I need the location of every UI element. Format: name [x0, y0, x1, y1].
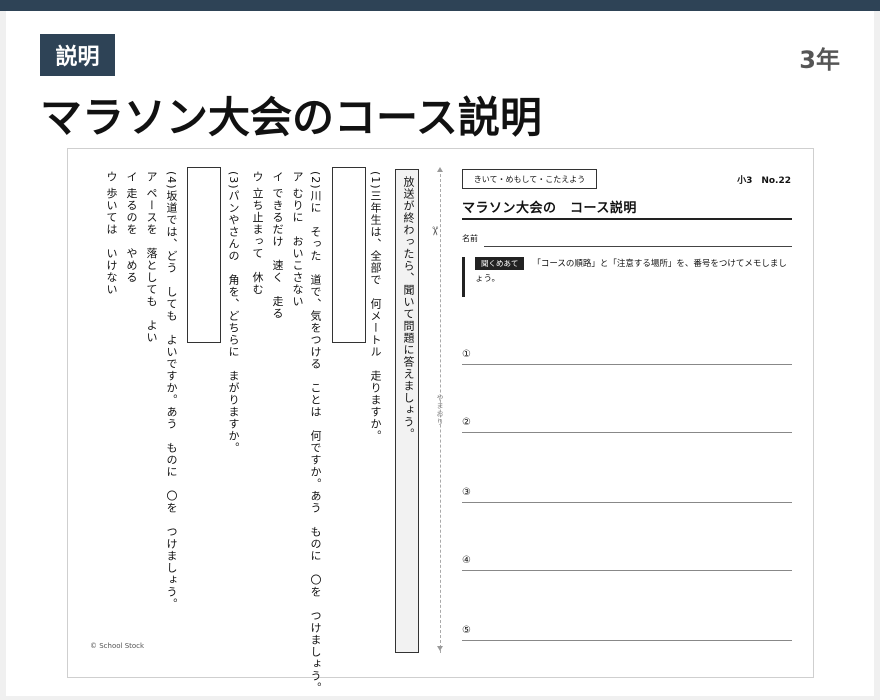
- worksheet: 放送が終わったら、聞いて問題に答えましょう。 (1)三年生は、全部で 何メートル…: [67, 148, 814, 694]
- goal-chip: 聞くめあて: [475, 257, 525, 270]
- instruction-box: 放送が終わったら、聞いて問題に答えましょう。: [395, 169, 419, 653]
- q4-option-b: イ 走るのを やめる: [125, 171, 138, 284]
- memo-line-1[interactable]: ①: [462, 349, 792, 365]
- fold-label: やまおり: [436, 394, 444, 426]
- copyright: © School Stock: [90, 642, 145, 650]
- sheet-number: 小3 No.22: [737, 176, 791, 186]
- q4-option-a: ア ペースを 落としても よい: [145, 171, 158, 344]
- activity-tag: きいて・めもして・こたえよう: [462, 169, 597, 189]
- page-title: マラソン大会のコース説明: [40, 93, 542, 142]
- memo-line-3[interactable]: ③: [462, 487, 792, 503]
- q2-option-b: イ できるだけ 速く 走る: [271, 171, 284, 320]
- top-bar: [0, 0, 880, 11]
- q2-option-c: ウ 立ち止まって 休む: [251, 171, 264, 296]
- grade-label: 3年: [799, 46, 840, 74]
- memo-line-4[interactable]: ④: [462, 555, 792, 571]
- listening-goal: 聞くめあて 「コースの順路」と「注意する場所」を、番号をつけてメモしましょう。: [462, 257, 792, 297]
- q2-option-a: ア むりに おいこさない: [291, 171, 304, 308]
- fold-arrow-bottom-icon: [437, 646, 443, 651]
- instruction-text-vertical: 放送が終わったら、聞いて問題に答えましょう。: [402, 176, 415, 440]
- name-field[interactable]: [484, 246, 792, 247]
- memo-line-5[interactable]: ⑤: [462, 625, 792, 641]
- category-badge: 説明: [40, 34, 115, 76]
- question-3: (3)パンやさんの 角を、どちらに まがりますか。: [227, 171, 240, 454]
- title-rule: [462, 218, 792, 220]
- name-label: 名前: [462, 234, 478, 243]
- scissors-icon: ✂: [428, 225, 443, 237]
- question-2: (2)川に そった 道で、気をつける ことは 何ですか。あう ものに 〇を つけ…: [309, 171, 322, 694]
- answer-box-1[interactable]: [332, 167, 366, 343]
- worksheet-title: マラソン大会の コース説明: [462, 201, 637, 216]
- fold-arrow-top-icon: [437, 167, 443, 172]
- question-1: (1)三年生は、全部で 何メートル 走りますか。: [369, 171, 382, 442]
- memo-line-2[interactable]: ②: [462, 417, 792, 433]
- answer-box-3[interactable]: [187, 167, 221, 343]
- question-4: (4)坂道では、どう しても よいですか。あう ものに 〇を つけましょう。: [165, 171, 178, 610]
- q4-option-c: ウ 歩いては いけない: [105, 171, 118, 296]
